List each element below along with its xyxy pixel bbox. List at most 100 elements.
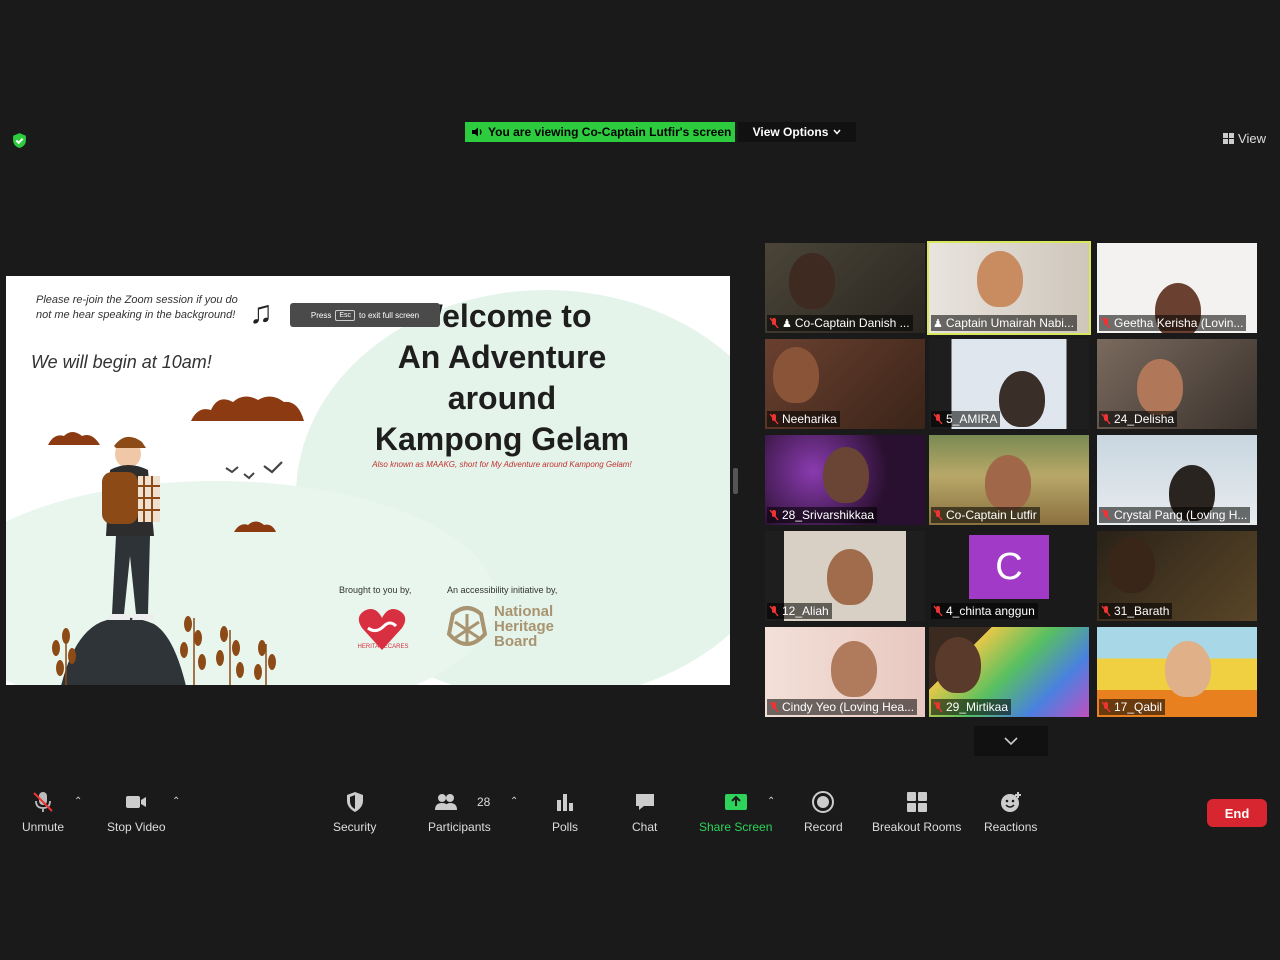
participant-name-tag: Crystal Pang (Loving H... [1099,507,1251,523]
participant-tile[interactable]: 12_Aliah [765,531,925,621]
muted-mic-icon [1101,605,1111,617]
breakout-rooms-grid-icon [906,792,927,812]
stop-video-label: Stop Video [107,820,166,834]
audio-options-caret[interactable]: ⌃ [74,796,82,807]
record-button[interactable]: Record [804,790,843,834]
participant-name-tag: 12_Aliah [767,603,832,619]
chevron-down-icon [833,129,841,135]
chat-label: Chat [632,820,658,834]
participant-name-tag: Cindy Yeo (Loving Hea... [767,699,918,715]
nhb-text: National Heritage Board [494,604,554,649]
co-host-icon: ♟ [782,317,792,330]
video-camera-icon [126,796,147,808]
heritagecares-text: HERITAGECARES [357,644,409,650]
meeting-toolbar: Unmute ⌃ Stop Video ⌃ Security Participa… [0,780,1280,840]
view-options-label: View Options [752,125,829,139]
muted-mic-icon [933,509,943,521]
reactions-button[interactable]: Reactions [984,790,1037,834]
participant-name-tag: 29_Mirtikaa [931,699,1012,715]
participant-name: 12_Aliah [782,604,829,618]
gallery-next-page-button[interactable] [974,726,1048,756]
split-view-handle[interactable] [733,468,738,494]
share-screen-button[interactable]: Share Screen [699,790,772,834]
participant-name: 17_Qabil [1114,700,1163,714]
muted-mic-icon [1101,701,1111,713]
participant-name-tag: 31_Barath [1099,603,1173,619]
encryption-shield-icon[interactable] [11,132,28,149]
participant-tile[interactable]: 31_Barath [1097,531,1257,621]
shared-screen: Please re-join the Zoom session if you d… [6,276,730,685]
record-icon [812,791,835,813]
muted-mic-icon [1101,413,1111,425]
participant-tile[interactable]: 24_Delisha [1097,339,1257,429]
nhb-logo [446,606,488,646]
esc-key: Esc [335,309,356,321]
reactions-label: Reactions [984,820,1038,834]
participant-tile[interactable]: 28_Srivarshikkaa [765,435,925,525]
participant-name: Captain Umairah Nabi... [945,316,1074,330]
chevron-down-icon [1004,736,1018,745]
participant-name-tag: Geetha Kerisha (Lovin... [1099,315,1247,331]
end-meeting-button[interactable]: End [1207,799,1267,827]
participant-avatar: C [969,535,1049,599]
participant-name: Co-Captain Lutfir [946,508,1037,522]
participant-tile[interactable]: Neeharika [765,339,925,429]
initiative-label: An accessibility initiative by, [447,585,558,595]
music-notes-icon: ♫ [249,294,273,330]
participant-tile[interactable]: Geetha Kerisha (Lovin... [1097,243,1257,333]
muted-mic-icon [769,701,779,713]
participant-name-tag: 4_chinta anggun [931,603,1038,619]
participant-name: Cindy Yeo (Loving Hea... [782,700,915,714]
participant-tile[interactable]: C 4_chinta anggun [929,531,1089,621]
muted-mic-icon [1101,509,1111,521]
video-options-caret[interactable]: ⌃ [172,796,180,807]
title-line: An Adventure [397,339,607,375]
participant-name: 28_Srivarshikkaa [782,508,875,522]
chat-button[interactable]: Chat [632,790,657,834]
screen-share-banner: You are viewing Co-Captain Lutfir's scre… [465,122,735,142]
breakout-rooms-label: Breakout Rooms [872,820,962,834]
view-layout-button[interactable]: View [1223,131,1266,146]
participant-name: Geetha Kerisha (Lovin... [1114,316,1244,330]
chat-bubble-icon [635,794,654,810]
view-options-button[interactable]: View Options [738,122,856,142]
fullscreen-exit-tip: Press Esc to exit full screen [290,303,440,327]
participant-name-tag: Neeharika [767,411,840,427]
polls-label: Polls [552,820,579,834]
participant-tile[interactable]: 17_Qabil [1097,627,1257,717]
breakout-rooms-button[interactable]: Breakout Rooms [872,790,961,834]
begin-note: We will begin at 10am! [31,352,212,372]
participant-tile[interactable]: Co-Captain Lutfir [929,435,1089,525]
stop-video-button[interactable]: Stop Video [107,790,166,834]
muted-mic-icon [1101,317,1111,329]
participant-tile[interactable]: 5_AMIRA [929,339,1089,429]
participant-tile[interactable]: Crystal Pang (Loving H... [1097,435,1257,525]
participant-tile[interactable]: 29_Mirtikaa [929,627,1089,717]
view-label: View [1238,131,1266,146]
slide-subtitle: Also known as MAAKG, short for My Advent… [372,460,632,469]
share-screen-icon [724,794,747,810]
participant-name: Crystal Pang (Loving H... [1114,508,1248,522]
participant-name: 24_Delisha [1114,412,1175,426]
participant-tile[interactable]: Cindy Yeo (Loving Hea... [765,627,925,717]
reactions-smiley-icon [1000,792,1021,812]
grid-icon [1223,133,1235,144]
polls-button[interactable]: Polls [552,790,578,834]
participant-name: 5_AMIRA [946,412,998,426]
participant-tile-active-speaker[interactable]: ♟ Captain Umairah Nabi... [927,241,1091,335]
participant-tile[interactable]: ♟ Co-Captain Danish ... [765,243,925,333]
muted-mic-icon [769,605,779,617]
participants-label: Participants [428,820,491,834]
share-screen-label: Share Screen [699,820,773,834]
unmute-label: Unmute [22,820,65,834]
participants-options-caret[interactable]: ⌃ [510,796,518,807]
security-button[interactable]: Security [333,790,376,834]
muted-mic-icon [769,413,779,425]
participant-name: Neeharika [782,412,837,426]
esc-tip-rest: to exit full screen [359,310,420,320]
unmute-button[interactable]: Unmute [22,790,64,834]
security-shield-icon [346,792,363,812]
participant-name: 4_chinta anggun [946,604,1035,618]
title-line: Kampong Gelam [374,421,630,457]
share-screen-options-caret[interactable]: ⌃ [767,796,775,807]
